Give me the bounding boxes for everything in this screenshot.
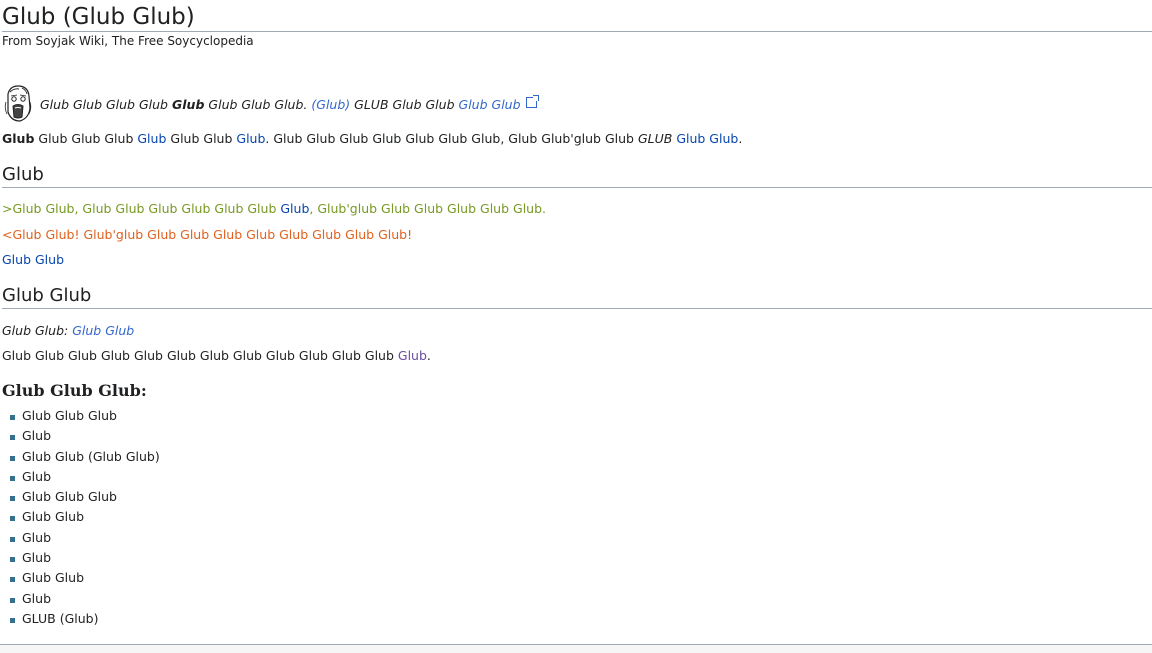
site-subtitle: From Soyjak Wiki, The Free Soycyclopedia — [2, 34, 254, 48]
see-also-note: Glub Glub: Glub Glub — [2, 323, 134, 338]
section-link[interactable]: Glub Glub — [2, 252, 64, 267]
list-item: Glub Glub (Glub Glub) — [10, 447, 160, 467]
hatnote-text-1: Glub Glub Glub Glub — [40, 96, 168, 112]
section-heading-glub: Glub — [2, 164, 1152, 188]
intro-bold: Glub — [2, 131, 35, 146]
intro-text-1: Glub Glub Glub — [38, 131, 134, 146]
intro-link-1[interactable]: Glub — [137, 131, 166, 146]
list-item: Glub — [10, 528, 160, 548]
external-link-icon — [525, 94, 539, 108]
hatnote-text-3: GLUB Glub Glub — [354, 96, 455, 112]
greentext-part-2: , Glub'glub Glub Glub Glub Glub Glub. — [309, 201, 546, 216]
greentext-link[interactable]: Glub — [280, 201, 309, 216]
list-item: Glub Glub Glub — [10, 406, 160, 426]
paragraph-text: Glub Glub Glub Glub Glub Glub Glub Glub … — [2, 348, 394, 363]
list-item: Glub — [10, 548, 160, 568]
intro-link-2[interactable]: Glub — [236, 131, 265, 146]
bullet-list: Glub Glub Glub Glub Glub Glub (Glub Glub) G… — [10, 406, 160, 629]
intro-italic: GLUB — [637, 131, 673, 146]
greentext-line: >Glub Glub, Glub Glub Glub Glub Glub Glu… — [2, 201, 546, 216]
subsection-heading: Glub Glub Glub: — [2, 381, 147, 400]
section-paragraph: Glub Glub Glub Glub Glub Glub Glub Glub … — [2, 348, 431, 363]
hatnote-external-link[interactable]: Glub Glub — [459, 94, 541, 112]
soyjak-face-icon — [4, 85, 32, 122]
list-item: Glub Glub Glub — [10, 487, 160, 507]
list-item: Glub — [10, 426, 160, 446]
intro-text-2: Glub Glub — [170, 131, 233, 146]
intro-paragraph: Glub Glub Glub Glub Glub Glub Glub Glub.… — [2, 131, 742, 146]
intro-end: . — [738, 131, 743, 146]
list-item: Glub Glub — [10, 568, 160, 588]
see-also-label: Glub Glub: — [2, 323, 69, 338]
hatnote-text-2: Glub Glub Glub. — [208, 96, 308, 112]
see-also-link[interactable]: Glub Glub — [72, 323, 134, 338]
list-item: Glub Glub — [10, 507, 160, 527]
page-title: Glub (Glub Glub) — [2, 3, 1152, 32]
paragraph-end: . — [426, 348, 431, 363]
hatnote: Glub Glub Glub Glub Glub Glub Glub Glub.… — [2, 84, 545, 124]
list-item: GLUB (Glub) — [10, 609, 160, 629]
intro-text-3: . Glub Glub Glub Glub Glub Glub Glub, Gl… — [265, 131, 634, 146]
greentext-part-1: >Glub Glub, Glub Glub Glub Glub Glub Glu… — [2, 201, 277, 216]
intro-link-3[interactable]: Glub Glub — [676, 131, 738, 146]
hatnote-link[interactable]: (Glub) — [311, 97, 350, 112]
hatnote-bold: Glub — [172, 96, 205, 112]
list-item: Glub — [10, 467, 160, 487]
list-item: Glub — [10, 589, 160, 609]
section-heading-glub-glub: Glub Glub — [2, 285, 1152, 309]
orangetext-line: <Glub Glub! Glub'glub Glub Glub Glub Glu… — [2, 227, 413, 242]
paragraph-link[interactable]: Glub — [398, 348, 427, 363]
